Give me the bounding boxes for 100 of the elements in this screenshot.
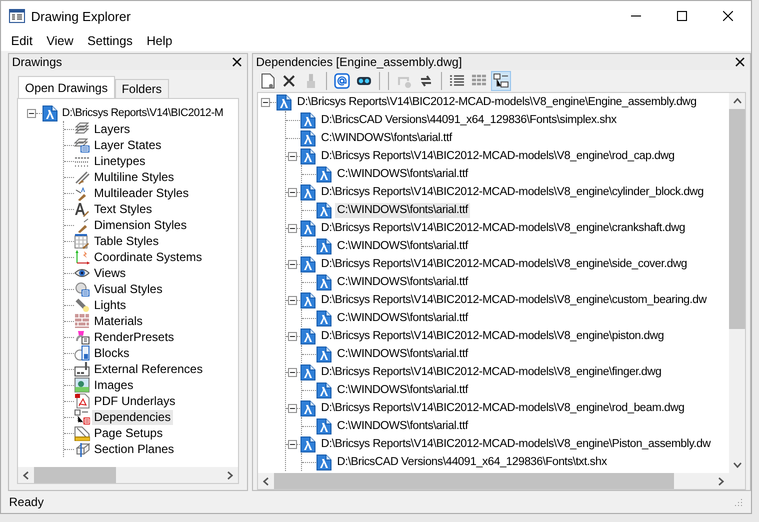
tree-item[interactable]: Dependencies [92, 410, 173, 424]
dependency-path[interactable]: D:\Bricsys Reports\V14\BIC2012-MCAD-models\V8_engine\piston.dwg [319, 328, 666, 344]
file-icon [316, 418, 332, 434]
file-icon [300, 364, 316, 380]
new-file-icon [259, 73, 275, 89]
tree-view-icon [493, 73, 509, 89]
dependency-path[interactable]: D:\Bricsys Reports\V14\BIC2012-MCAD-models\V8_engine\rod_beam.dwg [319, 400, 686, 416]
tree-item[interactable]: Visual Styles [92, 282, 164, 296]
collapse-icon[interactable] [288, 260, 297, 268]
dependency-path[interactable]: C:\WINDOWS\fonts\arial.ttf [335, 310, 470, 326]
dependency-path[interactable]: D:\BricsCAD Versions\44091_x64_129836\Fonts\txt.shx [335, 454, 609, 470]
tree-item[interactable]: Multiline Styles [92, 170, 176, 184]
vertical-scrollbar[interactable] [729, 93, 745, 473]
scrollbar-thumb[interactable] [274, 473, 674, 489]
tree-item[interactable]: Layer States [92, 138, 164, 152]
layer-states-icon [74, 137, 90, 153]
tree-item[interactable]: External References [92, 362, 205, 376]
at-sign-icon [334, 73, 350, 89]
tab[interactable]: Open Drawings [18, 76, 115, 98]
collapse-icon[interactable] [288, 152, 297, 160]
menu-item[interactable]: View [42, 34, 78, 48]
dependency-path[interactable]: D:\Bricsys Reports\V14\BIC2012-MCAD-models\V8_engine\crankshaft.dwg [319, 220, 688, 236]
menu-item[interactable]: Settings [83, 34, 137, 48]
tree-item[interactable]: Multileader Styles [92, 186, 191, 200]
lamp-icon [74, 297, 90, 313]
scroll-left-icon[interactable] [263, 476, 269, 486]
file-icon [300, 148, 316, 164]
tree-item[interactable]: RenderPresets [92, 330, 176, 344]
dependency-path[interactable]: C:\WINDOWS\fonts\arial.ttf [335, 418, 470, 434]
collapse-icon[interactable] [288, 404, 297, 412]
dependency-path[interactable]: C:\WINDOWS\fonts\arial.ttf [335, 346, 470, 362]
tree-item[interactable]: D:\Bricsys Reports\V14\BIC2012-M [61, 106, 224, 120]
tree-item[interactable]: Images [92, 378, 136, 392]
tab[interactable]: Folders [114, 79, 169, 98]
collapse-icon[interactable] [288, 296, 297, 304]
tree-item[interactable]: Layers [92, 122, 132, 136]
at-sign-button[interactable] [332, 71, 352, 91]
tree-item[interactable]: Linetypes [92, 154, 148, 168]
tree-item[interactable]: Blocks [92, 346, 132, 360]
tree-item[interactable]: Views [92, 266, 128, 280]
tree-item[interactable]: Section Planes [92, 442, 176, 456]
collapse-icon[interactable] [288, 368, 297, 376]
resize-grip-icon[interactable] [733, 497, 743, 507]
file-icon [316, 202, 332, 218]
dependency-path[interactable]: D:\Bricsys Reports\V14\BIC2012-MCAD-models\V8_engine\Engine_assembly.dwg [295, 94, 698, 110]
tree-view-button[interactable] [491, 71, 511, 91]
tree-item[interactable]: Text Styles [92, 202, 154, 216]
collapse-icon[interactable] [261, 98, 270, 106]
tree-item[interactable]: Materials [92, 314, 145, 328]
file-icon [316, 274, 332, 290]
file-icon [300, 256, 316, 272]
collapse-icon[interactable] [27, 108, 36, 118]
dependency-path[interactable]: D:\Bricsys Reports\V14\BIC2012-MCAD-models\V8_engine\Piston_assembly.dw [319, 436, 712, 452]
panel-title: Drawings [12, 55, 62, 69]
scroll-right-icon[interactable] [227, 470, 233, 480]
dependency-path[interactable]: C:\WINDOWS\fonts\arial.ttf [319, 130, 454, 146]
dependency-path[interactable]: C:\WINDOWS\fonts\arial.ttf [335, 166, 470, 182]
collapse-icon[interactable] [288, 188, 297, 196]
dependency-path[interactable]: D:\Bricsys Reports\V14\BIC2012-MCAD-models\V8_engine\rod_cap.dwg [319, 148, 676, 164]
maximize-icon[interactable] [677, 11, 687, 21]
file-icon [300, 292, 316, 308]
text-style-icon [74, 201, 90, 217]
dependency-path[interactable]: D:\Bricsys Reports\V14\BIC2012-MCAD-models\V8_engine\finger.dwg [319, 364, 664, 380]
collapse-icon[interactable] [288, 224, 297, 232]
dependency-path[interactable]: C:\WINDOWS\fonts\arial.ttf [335, 382, 470, 398]
tree-item[interactable]: PDF Underlays [92, 394, 178, 408]
scrollbar-thumb[interactable] [729, 109, 745, 329]
scrollbar-thumb[interactable] [34, 467, 116, 483]
bricks-icon [74, 313, 90, 329]
dependency-path[interactable]: C:\WINDOWS\fonts\arial.ttf [335, 238, 470, 254]
status-text: Ready [9, 495, 44, 509]
close-icon[interactable] [735, 57, 745, 67]
scroll-up-icon[interactable] [732, 98, 742, 104]
file-icon [316, 382, 332, 398]
tree-item[interactable]: Lights [92, 298, 128, 312]
dependency-path[interactable]: D:\Bricsys Reports\V14\BIC2012-MCAD-models\V8_engine\side_cover.dwg [319, 256, 689, 272]
close-icon[interactable] [723, 11, 733, 21]
dependency-path[interactable]: D:\BricsCAD Versions\44091_x64_129836\Fonts\simplex.shx [319, 112, 618, 128]
close-icon[interactable] [232, 57, 242, 67]
collapse-icon[interactable] [288, 440, 297, 448]
horizontal-scrollbar[interactable] [18, 467, 238, 483]
render-presets-icon [74, 329, 90, 345]
dependency-path[interactable]: C:\WINDOWS\fonts\arial.ttf [335, 274, 470, 290]
menu-item[interactable]: Help [142, 34, 176, 48]
list-view-icon [449, 73, 465, 89]
scroll-right-icon[interactable] [718, 476, 724, 486]
horizontal-scrollbar[interactable] [258, 473, 729, 489]
menu-item[interactable]: Edit [7, 34, 37, 48]
collapse-icon[interactable] [288, 332, 297, 340]
tree-item[interactable]: Table Styles [92, 234, 161, 248]
tree-item[interactable]: Dimension Styles [92, 218, 189, 232]
dependency-path[interactable]: C:\WINDOWS\fonts\arial.ttf [335, 202, 470, 218]
file-icon [316, 454, 332, 470]
dependency-path[interactable]: D:\Bricsys Reports\V14\BIC2012-MCAD-models\V8_engine\cylinder_block.dwg [319, 184, 706, 200]
scroll-left-icon[interactable] [23, 470, 29, 480]
dependency-path[interactable]: D:\Bricsys Reports\V14\BIC2012-MCAD-models\V8_engine\custom_bearing.dw [319, 292, 709, 308]
app-icon [9, 9, 25, 23]
tree-item[interactable]: Page Setups [92, 426, 165, 440]
scroll-down-icon[interactable] [732, 462, 742, 468]
tree-item[interactable]: Coordinate Systems [92, 250, 204, 264]
